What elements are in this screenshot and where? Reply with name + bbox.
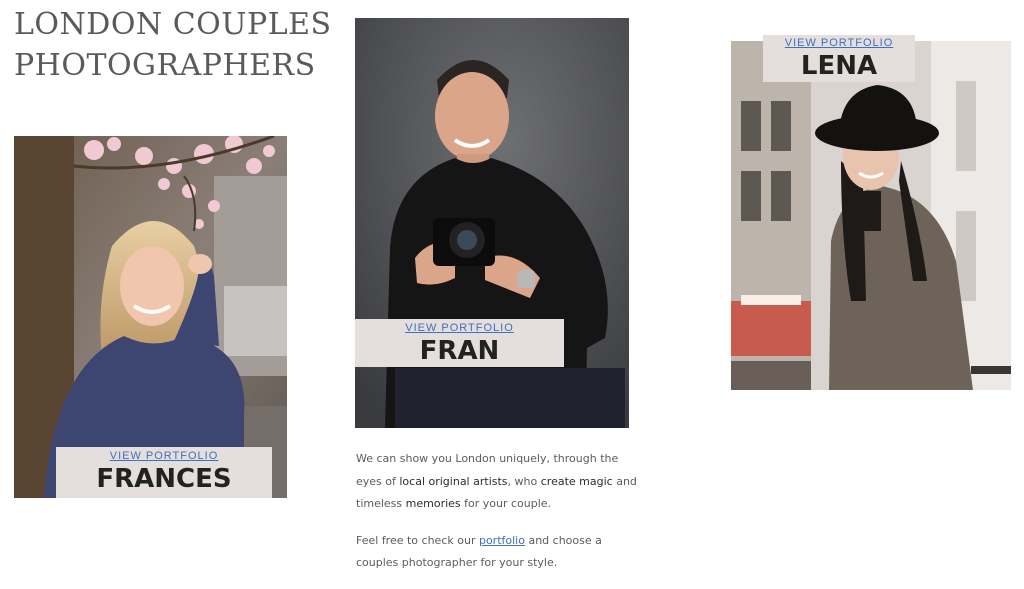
photographer-card-lena[interactable]: VIEW PORTFOLIO LENA xyxy=(731,35,1011,390)
view-portfolio-link-lena[interactable]: VIEW PORTFOLIO xyxy=(763,35,915,51)
label-box-lena: VIEW PORTFOLIO LENA xyxy=(763,35,915,82)
intro-paragraph-2: Feel free to check our portfolio and cho… xyxy=(356,530,646,575)
intro-emphasis-memories: memories xyxy=(405,497,461,510)
photographer-name-frances: FRANCES xyxy=(96,464,232,494)
intro-text-segment: Feel free to check our xyxy=(356,533,479,547)
intro-text: We can show you London uniquely, through… xyxy=(356,448,646,589)
page-title: LONDON COUPLES PHOTOGRAPHERS xyxy=(14,4,332,86)
page-title-line-1: LONDON COUPLES xyxy=(14,7,332,42)
photographer-name-lena: LENA xyxy=(800,51,878,81)
portfolio-link[interactable]: portfolio xyxy=(479,534,525,547)
view-portfolio-link-fran[interactable]: VIEW PORTFOLIO xyxy=(355,319,564,336)
intro-text-segment: , who xyxy=(507,474,541,488)
label-box-fran: VIEW PORTFOLIO FRAN xyxy=(355,319,564,367)
page-title-line-2: PHOTOGRAPHERS xyxy=(14,48,316,83)
intro-emphasis-create-magic: create magic xyxy=(540,474,613,488)
photographer-photo-lena xyxy=(731,41,1011,390)
intro-emphasis-local-artists: local original artists xyxy=(399,474,508,488)
intro-text-segment: for your couple. xyxy=(460,497,552,510)
label-box-frances: VIEW PORTFOLIO FRANCES xyxy=(56,447,272,498)
photographer-card-frances[interactable]: VIEW PORTFOLIO FRANCES xyxy=(14,136,287,498)
view-portfolio-link-frances[interactable]: VIEW PORTFOLIO xyxy=(56,447,272,464)
photographer-name-fran: FRAN xyxy=(419,336,500,366)
photographer-photo-frances xyxy=(14,136,287,498)
photographer-card-fran[interactable]: VIEW PORTFOLIO FRAN xyxy=(355,18,629,428)
intro-paragraph-1: We can show you London uniquely, through… xyxy=(356,448,646,516)
